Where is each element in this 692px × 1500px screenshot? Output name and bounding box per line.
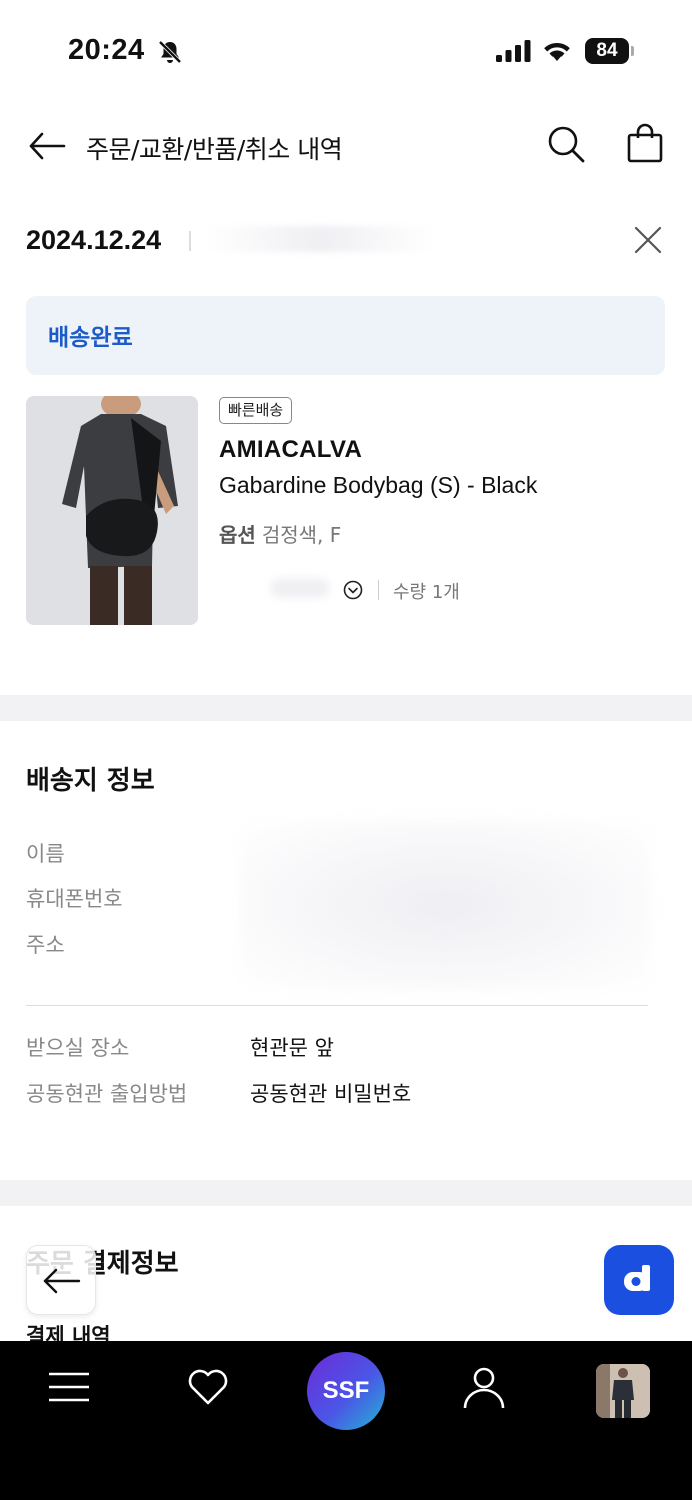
search-icon[interactable] (546, 124, 586, 164)
label-name: 이름 (26, 842, 65, 866)
option-label: 옵션 (219, 523, 256, 547)
battery-tip (631, 46, 634, 56)
product-image[interactable] (26, 396, 198, 625)
close-icon[interactable] (632, 224, 664, 256)
wifi-icon (544, 43, 570, 61)
label-phone: 휴대폰번호 (26, 887, 123, 911)
product-brand[interactable]: AMIACALVA (219, 436, 362, 464)
back-arrow-icon[interactable] (26, 126, 68, 166)
label-address: 주소 (26, 933, 65, 957)
page-title: 주문/교환/반품/취소 내역 (86, 135, 343, 164)
label-entrance-method: 공동현관 출입방법 (26, 1082, 188, 1106)
bottom-navigation: SSF (0, 1341, 692, 1500)
shopping-bag-icon[interactable] (624, 122, 666, 164)
floating-back-button[interactable] (26, 1245, 96, 1315)
label-delivery-place: 받으실 장소 (26, 1036, 130, 1060)
product-photo-illustration (26, 396, 198, 625)
shipping-info-title: 배송지 정보 (26, 766, 155, 796)
fast-delivery-badge: 빠른배송 (219, 397, 293, 424)
delivery-place-value: 현관문 앞 (250, 1036, 334, 1060)
user-icon[interactable] (462, 1365, 506, 1409)
recipient-info-redacted (240, 820, 650, 990)
delivery-status-box: 배송완료 (26, 296, 665, 375)
entrance-method-value: 공동현관 비밀번호 (250, 1082, 412, 1106)
status-time: 20:24 (68, 34, 145, 66)
order-number-redacted (205, 226, 435, 252)
option-value: 검정색, F (261, 523, 342, 547)
chevron-down-circle-icon[interactable] (343, 580, 363, 600)
ssf-home-button[interactable]: SSF (307, 1352, 385, 1430)
section-separator (0, 1180, 692, 1206)
chat-logo-icon (624, 1265, 650, 1291)
recent-item-thumbnail[interactable] (596, 1364, 650, 1418)
product-quantity: 수량 1개 (393, 582, 460, 603)
back-arrow-icon (43, 1268, 81, 1294)
order-divider (189, 231, 191, 251)
heart-icon[interactable] (186, 1365, 230, 1409)
signal-icon (496, 40, 531, 62)
battery-indicator: 84 (585, 38, 629, 64)
shipping-divider (26, 1005, 648, 1006)
delivery-status-label: 배송완료 (48, 325, 133, 351)
bell-muted-icon (158, 40, 182, 64)
order-date: 2024.12.24 (26, 225, 162, 255)
quantity-divider (378, 580, 379, 600)
chat-button[interactable] (604, 1245, 674, 1315)
product-option: 옵션 검정색, F (219, 519, 341, 548)
app-header: 주문/교환/반품/취소 내역 (0, 110, 692, 180)
section-separator (0, 695, 692, 721)
recent-item-image (596, 1364, 650, 1418)
menu-icon[interactable] (47, 1365, 91, 1409)
product-name[interactable]: Gabardine Bodybag (S) - Black (219, 472, 537, 499)
status-bar: 20:24 84 (0, 0, 692, 100)
price-redacted (270, 578, 330, 598)
